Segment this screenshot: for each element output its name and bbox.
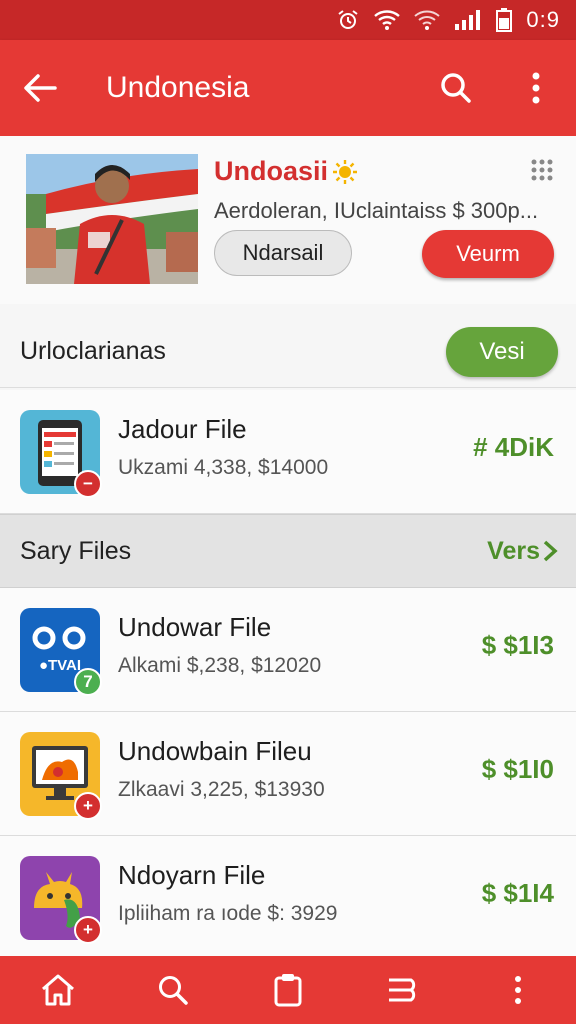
nav-list-button[interactable] (363, 956, 443, 1024)
primary-button[interactable]: Veurm (422, 230, 554, 278)
item-meta: Ukzami 4,338, $14000 (118, 456, 329, 479)
item-price: $ $1I3 (481, 630, 554, 660)
wifi-icon (374, 9, 401, 31)
secondary-button[interactable]: Ndarsail (214, 230, 352, 276)
wifi-secondary-icon (414, 9, 441, 31)
section-link[interactable]: Vers (487, 537, 558, 566)
more-vert-icon (515, 976, 522, 1004)
status-time: 0:9 (526, 7, 560, 32)
item-meta: Alkami $,238, $12020 (118, 654, 322, 677)
chevron-right-icon (543, 540, 558, 562)
home-icon (41, 974, 74, 1006)
search-button[interactable] (416, 40, 496, 136)
item-name: Undowbain Fileu (118, 736, 312, 766)
item-badge: + (74, 916, 102, 944)
nav-clipboard-button[interactable] (248, 956, 328, 1024)
profile-name: Undoasii (214, 156, 329, 186)
overflow-menu-button[interactable] (496, 40, 576, 136)
section-title-1: Urloclarianas (20, 337, 166, 365)
nav-home-button[interactable] (18, 956, 98, 1024)
item-name: Undowar File (118, 612, 272, 642)
section-header-2: Sary Files Vers (0, 514, 576, 588)
nav-more-button[interactable] (478, 956, 558, 1024)
list-icon (389, 978, 416, 1002)
list-item[interactable]: ●TVAI 7 Undowar File Alkami $,238, $1202… (0, 588, 576, 712)
grid-dots-icon (531, 159, 553, 181)
profile-photo (26, 154, 198, 284)
profile-name-row: Undoasii (214, 156, 358, 187)
list-item[interactable]: − Jadour File Ukzami 4,338, $14000 # 4Di… (0, 390, 576, 514)
section-action-button[interactable]: Vesi (446, 326, 558, 377)
search-icon (441, 73, 471, 103)
section-title-2: Sary Files (20, 536, 132, 565)
item-meta: Ipliiham ra ıode $: 3929 (118, 902, 338, 925)
profile-card: Undoasii Aerdoleran, IUclaintaiss $ 300p… (0, 136, 576, 304)
bottom-navigation (0, 956, 576, 1024)
back-button[interactable] (0, 40, 80, 136)
app-bar: Undonesia (0, 40, 576, 136)
more-vert-icon (532, 72, 540, 104)
battery-icon (496, 8, 513, 32)
item-price: $ $1I0 (481, 754, 554, 784)
sun-badge-icon (333, 159, 358, 184)
alarm-icon (336, 8, 360, 32)
section-header-1: Urloclarianas Vesi (0, 316, 576, 388)
item-badge: 7 (74, 668, 102, 696)
list-item[interactable]: + Undowbain Fileu Zlkaavi 3,225, $13930 … (0, 712, 576, 836)
item-meta: Zlkaavi 3,225, $13930 (118, 778, 325, 801)
svg-text:●TVAI: ●TVAI (39, 657, 81, 674)
signal-icon (454, 9, 482, 31)
item-price: # 4DiK (473, 432, 554, 462)
list-item[interactable]: + Ndoyarn File Ipliiham ra ıode $: 3929 … (0, 836, 576, 960)
arrow-back-icon (24, 74, 57, 102)
item-price: $ $1I4 (481, 878, 554, 908)
nav-search-button[interactable] (133, 956, 213, 1024)
clipboard-icon (274, 974, 302, 1007)
item-badge: + (74, 792, 102, 820)
grid-menu-button[interactable] (530, 158, 554, 187)
app-bar-title: Undonesia (106, 71, 250, 104)
item-name: Jadour File (118, 414, 247, 444)
item-badge: − (74, 470, 102, 498)
profile-description: Aerdoleran, IUclaintaiss $ 300p... (214, 198, 539, 223)
item-name: Ndoyarn File (118, 860, 266, 890)
search-icon (158, 976, 188, 1005)
status-bar: 0:9 (0, 0, 576, 40)
section-link-label: Vers (487, 536, 540, 565)
